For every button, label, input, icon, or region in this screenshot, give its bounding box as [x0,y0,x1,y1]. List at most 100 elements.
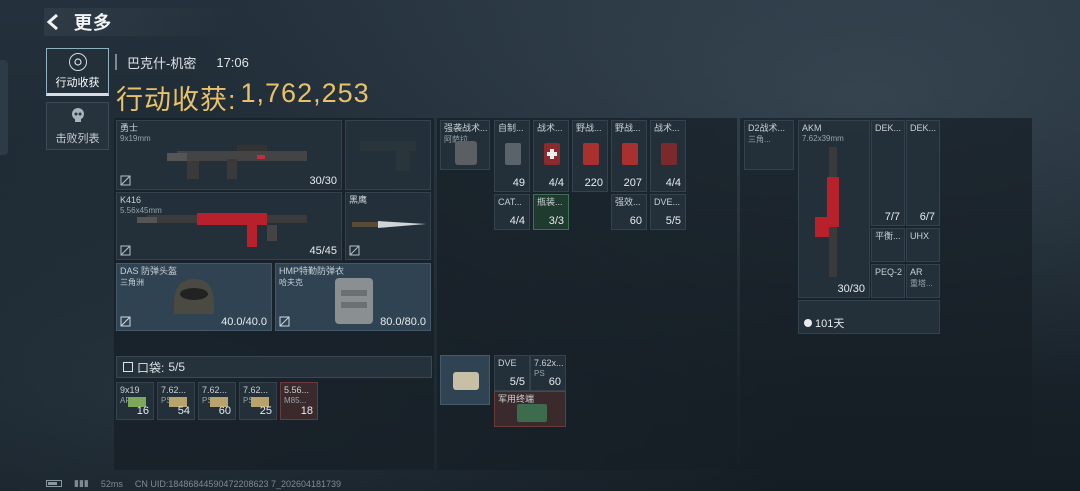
item-count: 60 [218,405,231,417]
pocket-item[interactable]: 7.62... PS 25 [239,382,277,420]
pistol-icon [360,141,416,171]
item-name: 7.62... [243,385,269,395]
lock-icon [120,175,131,186]
rifle-timer[interactable]: 101天 [798,300,940,334]
item-count: 3/3 [548,215,564,227]
match-time: 17:06 [216,54,249,70]
gain-value: 1,762,253 [240,78,370,108]
pocket-item[interactable]: 5.56... M85... 18 [280,382,318,420]
medkit-icon [661,143,677,165]
magazine-slot[interactable]: DEK... 6/7 [906,120,940,226]
vest-slot[interactable]: HMP特勤防弹衣 哈夫克 80.0/80.0 [275,263,431,331]
map-name: 巴克什-机密 [127,55,197,71]
rifle-slot[interactable]: AKM 7.62x39mm 30/30 [798,120,870,298]
backpack-item[interactable]: DVE 5/5 [494,355,530,391]
tab-kill-list[interactable]: 击败列表 [46,102,109,150]
item-count: 60 [548,376,561,388]
helmet-faction: 三角洲 [120,278,144,287]
pistol-slot[interactable] [345,120,431,190]
gain-label: 行动收获: [116,85,237,115]
pocket-item[interactable]: 7.62... PS 54 [157,382,195,420]
item-name: 瓶装... [537,197,563,207]
mod-slot[interactable]: UHX [906,228,940,262]
item-name: 战术... [537,123,563,133]
smg-icon [167,145,307,179]
left-edge-handle[interactable] [0,60,8,155]
item-sub: M85... [284,396,307,405]
pouch-icon [505,143,521,165]
mod-slot[interactable]: PEQ-2 [871,264,905,298]
backpack-item[interactable]: 7.62x... PS 60 [530,355,566,391]
ping-value: 52ms [100,478,123,489]
clock-icon [804,319,812,327]
lock-icon [120,316,131,327]
storage-item[interactable]: 战术... 4/4 [650,120,686,192]
chest-rig-slot[interactable]: 强袭战术... 阿萨拉 [440,120,490,170]
medkit-icon [583,143,599,165]
storage-item[interactable]: 野战... 207 [611,120,647,192]
secondary-weapon-slot[interactable]: K416 5.56x45mm 45/45 [116,192,342,260]
magazine-slot[interactable]: DEK... 7/7 [871,120,905,226]
item-count: 4/4 [548,177,564,189]
mod-name: 平衡... [875,231,901,241]
container-slot[interactable] [440,355,490,405]
storage-item[interactable]: 自制... 49 [494,120,530,192]
rifle-icon [137,213,307,247]
item-count: 54 [177,405,190,417]
item-name: 战术... [654,123,680,133]
item-name: 野战... [576,123,602,133]
rifle-ammo: 7.62x39mm [802,134,844,143]
storage-item[interactable]: 瓶装... 3/3 [533,194,569,230]
item-name: 强效... [615,197,641,207]
mod-slot[interactable]: 平衡... [871,228,905,262]
ammo-count: 45/45 [309,245,337,257]
weapon-name: 勇士 [120,123,139,133]
back-arrow-icon [46,13,58,31]
tab-operation-gain[interactable]: 行动收获 [46,48,109,96]
backpack-slot[interactable]: D2战术... 三角... [744,120,794,170]
coin-icon [68,52,87,71]
item-count: 4/4 [665,177,681,189]
storage-item[interactable]: DVE... 5/5 [650,194,686,230]
weapon-ammo: 9x19mm [120,134,151,143]
square-icon [123,362,133,372]
terminal-icon [517,404,547,422]
item-count: 4/4 [509,215,525,227]
tab-label: 行动收获 [55,76,100,89]
backpack-item[interactable]: 军用终端 [494,391,566,427]
rifle-count: 30/30 [837,283,865,295]
match-info: 巴克什-机密 17:06 [115,54,249,71]
item-name: CAT... [498,197,522,207]
storage-item[interactable]: 战术... 4/4 [533,120,569,192]
melee-slot[interactable]: 黑鹰 [345,192,431,260]
mod-name: AR [910,267,923,277]
helmet-durability: 40.0/40.0 [221,316,267,328]
primary-weapon-slot[interactable]: 勇士 9x19mm 30/30 [116,120,342,190]
rifle-name: AKM [802,123,822,133]
pocket-item[interactable]: 9x19 AP6.3 16 [116,382,154,420]
item-sub: PS [534,369,545,378]
mod-name: DEK... [910,123,937,133]
storage-item[interactable]: 强效... 60 [611,194,647,230]
days-value: 101天 [815,318,845,330]
vest-icon [335,278,373,324]
item-count: 49 [512,177,525,189]
pocket-item[interactable]: 7.62... PS 60 [198,382,236,420]
item-count: 207 [623,177,642,189]
page-title: 更多 [74,13,112,33]
back-button[interactable]: 更多 [44,8,244,36]
storage-item[interactable]: CAT... 4/4 [494,194,530,230]
knife-icon [352,221,426,228]
bag-name: D2战术... [748,123,786,133]
mod-slot[interactable]: AR 重塔... [906,264,940,298]
storage-item[interactable]: 野战... 220 [572,120,608,192]
bag-sub: 三角... [748,135,771,144]
item-name: 7.62x... [534,358,564,368]
item-count: 220 [584,177,603,189]
operation-gain: 行动收获: 1,762,253 [116,78,370,117]
lock-icon [279,316,290,327]
helmet-slot[interactable]: DAS 防弹头盔 三角洲 40.0/40.0 [116,263,272,331]
item-count: 25 [259,405,272,417]
item-name: DVE... [654,197,681,207]
status-bar: ▮▮▮ 52ms CN UID:18486844590472208623 7_2… [46,478,341,489]
